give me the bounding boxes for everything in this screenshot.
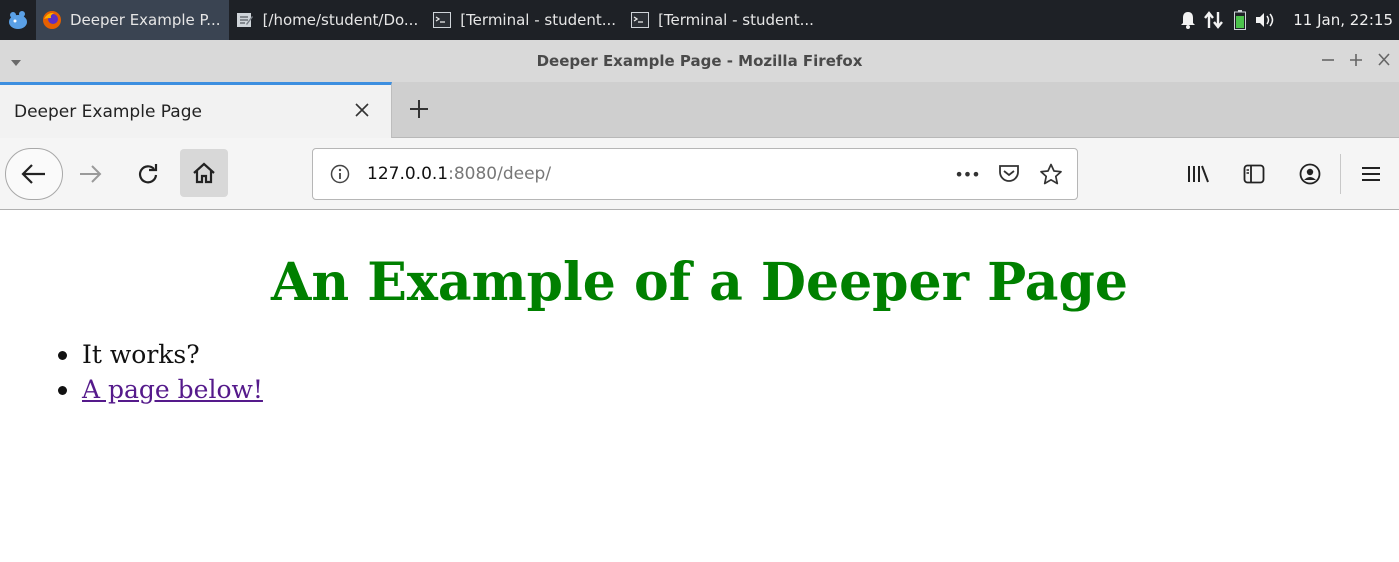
- account-icon: [1299, 163, 1321, 185]
- open-menu-button[interactable]: [1343, 148, 1399, 200]
- tab-close-icon[interactable]: [351, 99, 373, 121]
- toolbar-separator: [1340, 154, 1341, 194]
- bookmark-star-icon[interactable]: [1035, 158, 1067, 190]
- page-below-link[interactable]: A page below!: [82, 375, 263, 404]
- list-item: A page below!: [58, 372, 1399, 407]
- taskbar-task-label: [Terminal - student...: [460, 11, 617, 29]
- tab-label: Deeper Example Page: [14, 101, 202, 122]
- url-path: :8080/deep/: [448, 164, 552, 184]
- library-icon: [1188, 165, 1209, 183]
- page-actions-menu-icon[interactable]: •••: [951, 158, 983, 190]
- window-titlebar: Deeper Example Page - Mozilla Firefox: [0, 40, 1399, 82]
- taskbar-task-label: [Terminal - student...: [658, 11, 814, 29]
- taskbar-task-label: Deeper Example P...: [70, 11, 221, 29]
- account-button[interactable]: [1282, 148, 1338, 200]
- window-controls: [1321, 50, 1391, 73]
- pocket-icon[interactable]: [993, 158, 1025, 190]
- taskbar: Deeper Example P... [/home/student/Do...…: [0, 0, 1399, 40]
- notification-bell-icon[interactable]: [1175, 0, 1201, 40]
- whisker-menu-button[interactable]: [0, 0, 36, 40]
- list-item: It works?: [58, 337, 1399, 372]
- window-menu-icon[interactable]: [10, 54, 22, 72]
- sidebar-button[interactable]: [1226, 148, 1282, 200]
- text-editor-icon: [235, 10, 255, 30]
- taskbar-task-terminal-2[interactable]: [Terminal - student...: [624, 0, 822, 40]
- close-window-icon[interactable]: [1377, 50, 1391, 73]
- tab-strip: Deeper Example Page: [0, 82, 1399, 138]
- taskbar-task-firefox[interactable]: Deeper Example P...: [36, 0, 229, 40]
- taskbar-task-terminal-1[interactable]: [Terminal - student...: [426, 0, 624, 40]
- tab-deeper-example-page[interactable]: Deeper Example Page: [0, 82, 392, 138]
- firefox-icon: [42, 10, 62, 30]
- reload-icon: [138, 164, 158, 184]
- hamburger-menu-icon: [1362, 167, 1380, 181]
- plus-icon: [410, 100, 428, 118]
- right-toolbar: [1170, 148, 1399, 200]
- page-content: An Example of a Deeper Page It works? A …: [0, 211, 1399, 562]
- taskbar-task-label: [/home/student/Do...: [262, 11, 419, 29]
- minimize-icon[interactable]: [1321, 50, 1335, 73]
- terminal-icon: [432, 10, 452, 30]
- home-button[interactable]: [180, 149, 228, 197]
- list-item-text: It works?: [82, 340, 200, 369]
- taskbar-task-editor[interactable]: [/home/student/Do...: [229, 0, 427, 40]
- new-tab-button[interactable]: [404, 94, 434, 124]
- clock[interactable]: 11 Jan, 22:15: [1293, 11, 1393, 29]
- xfce-mouse-icon: [9, 11, 27, 29]
- back-button[interactable]: [5, 148, 63, 200]
- url-text: 127.0.0.1:8080/deep/: [367, 164, 551, 184]
- url-host: 127.0.0.1: [367, 164, 449, 184]
- terminal-icon: [630, 10, 650, 30]
- url-bar[interactable]: 127.0.0.1:8080/deep/ •••: [312, 148, 1078, 200]
- battery-icon[interactable]: [1227, 0, 1253, 40]
- page-title: An Example of a Deeper Page: [271, 252, 1128, 313]
- forward-button[interactable]: [70, 156, 110, 192]
- library-button[interactable]: [1170, 148, 1226, 200]
- site-info-icon[interactable]: [313, 164, 367, 184]
- arrow-right-icon: [80, 165, 102, 183]
- url-actions: •••: [951, 158, 1077, 190]
- volume-icon[interactable]: [1253, 0, 1279, 40]
- window-title: Deeper Example Page - Mozilla Firefox: [536, 52, 863, 70]
- network-transfer-icon[interactable]: [1201, 0, 1227, 40]
- maximize-icon[interactable]: [1349, 50, 1363, 73]
- arrow-left-icon: [21, 164, 45, 184]
- page-list: It works? A page below!: [0, 337, 1399, 407]
- navigation-toolbar: 127.0.0.1:8080/deep/ •••: [0, 138, 1399, 210]
- reload-button[interactable]: [128, 156, 168, 192]
- system-tray: 11 Jan, 22:15: [1175, 0, 1399, 40]
- sidebar-icon: [1243, 164, 1265, 184]
- home-icon: [193, 162, 215, 184]
